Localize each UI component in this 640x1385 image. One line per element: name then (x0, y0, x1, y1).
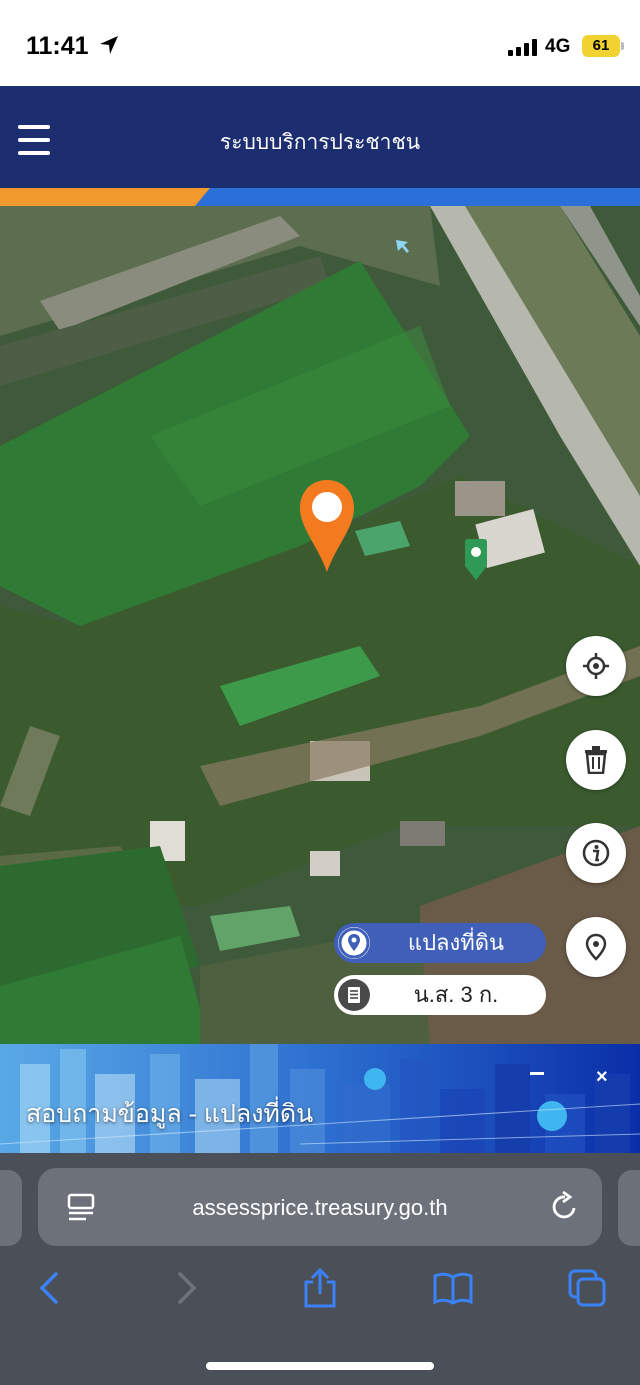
banner-text: สอบถามข้อมูล - แปลงที่ดิน (26, 1100, 314, 1128)
location-circle-icon (338, 927, 370, 959)
document-type-label: น.ส. 3 ก. (413, 982, 499, 1007)
signal-icon (508, 38, 538, 56)
bookmarks-icon[interactable] (433, 1268, 473, 1308)
next-tab[interactable] (618, 1170, 640, 1246)
location-arrow-icon (100, 36, 118, 54)
battery-icon: 61 (582, 35, 624, 57)
map-pin-icon (585, 933, 607, 961)
document-icon (338, 979, 370, 1011)
selected-location-pin-icon[interactable] (298, 478, 356, 574)
trash-icon (585, 746, 607, 774)
close-banner-button[interactable]: × (596, 1066, 608, 1089)
share-icon[interactable] (300, 1268, 340, 1308)
direction-arrow-icon (396, 240, 409, 253)
parcel-pin-icon[interactable] (463, 538, 489, 582)
map-imagery (0, 206, 640, 1044)
clock: 11:41 (26, 32, 89, 60)
tabs-icon[interactable] (567, 1268, 607, 1308)
header-accent-stripe (0, 188, 640, 206)
info-button[interactable] (566, 823, 626, 883)
page-title: ระบบบริการประชาชน (219, 131, 421, 154)
pin-location-button[interactable] (566, 917, 626, 977)
delete-button[interactable] (566, 730, 626, 790)
land-parcel-chip[interactable]: แปลงที่ดิน (334, 923, 546, 963)
network-type: 4G (545, 36, 571, 57)
my-location-button[interactable] (566, 636, 626, 696)
status-bar: 11:41 4G 61 (0, 0, 640, 86)
satellite-map[interactable] (0, 206, 640, 1044)
info-icon (582, 839, 610, 867)
previous-tab[interactable] (0, 1170, 22, 1246)
document-type-chip[interactable]: น.ส. 3 ก. (334, 975, 546, 1015)
reload-icon[interactable] (548, 1190, 582, 1224)
home-indicator (206, 1362, 434, 1370)
minimize-banner-button[interactable] (530, 1072, 544, 1075)
back-icon[interactable] (30, 1268, 70, 1308)
crosshair-icon (583, 653, 609, 679)
forward-icon[interactable] (166, 1268, 206, 1308)
land-parcel-label: แปลงที่ดิน (407, 930, 505, 955)
url-text: assessprice.treasury.go.th (192, 1195, 448, 1220)
